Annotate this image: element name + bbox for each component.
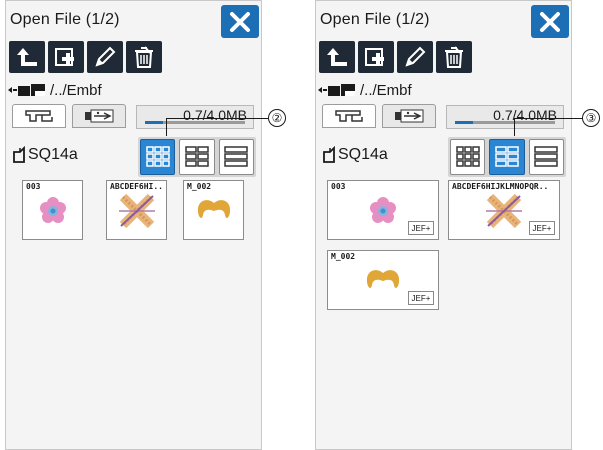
grid-2x3-icon — [185, 146, 209, 167]
window-title: Open File (1/2) — [320, 11, 430, 28]
flower-icon — [370, 197, 396, 224]
tab-machine-memory[interactable] — [12, 104, 66, 128]
path-bar: /../Embf — [318, 81, 412, 99]
trash-icon — [445, 46, 463, 68]
rename-button[interactable] — [397, 41, 433, 73]
file-format-badge: JEF+ — [408, 291, 434, 305]
view-small-thumbnails-button[interactable] — [140, 139, 176, 175]
window-title: Open File (1/2) — [10, 11, 120, 28]
up-folder-button[interactable] — [319, 41, 355, 73]
cross-stitch-icon — [486, 193, 522, 229]
close-icon — [540, 11, 560, 32]
file-item[interactable]: M_002 JEF+ — [327, 250, 439, 310]
pencil-icon — [405, 46, 426, 67]
file-item[interactable]: ABCDEF6HI.. — [106, 180, 167, 240]
view-large-thumbnails-button[interactable] — [179, 139, 215, 175]
machine-icon — [25, 110, 53, 122]
file-name: 003 — [26, 182, 41, 191]
callout-line — [514, 118, 582, 119]
up-folder-button[interactable] — [9, 41, 45, 73]
memory-bar-fill — [145, 121, 163, 124]
file-name: M_002 — [331, 252, 356, 261]
tab-machine-memory[interactable] — [322, 104, 376, 128]
storage-tabs — [12, 104, 126, 128]
grid-3x3-icon — [455, 146, 480, 167]
callout-line — [166, 118, 268, 119]
trash-icon — [135, 46, 153, 68]
current-folder: SQ14a — [322, 146, 388, 164]
tab-usb[interactable] — [72, 104, 126, 128]
machine-path-icon — [318, 83, 356, 97]
callout-pointer — [514, 118, 515, 136]
memory-indicator: 0.7/4.0MB — [136, 105, 254, 129]
list-icon — [534, 146, 559, 167]
file-name: M_002 — [187, 182, 212, 191]
file-name: ABCDEF6HI.. — [110, 182, 163, 191]
new-folder-button[interactable] — [48, 41, 84, 73]
up-folder-icon — [17, 48, 37, 66]
current-path: /../Embf — [50, 81, 102, 99]
view-large-thumbnails-button[interactable] — [489, 139, 525, 175]
close-icon — [230, 11, 250, 32]
file-name: 003 — [331, 182, 346, 191]
open-file-screen-large-thumbnails: Open File (1/2) /../Embf 0.7/4.0MB ③ SQ1… — [315, 0, 600, 450]
memory-bar — [455, 121, 555, 124]
file-name: ABCDEF6HIJKLMNOPQR.. — [452, 182, 549, 191]
grid-3x3-icon — [145, 146, 170, 167]
new-folder-icon — [365, 48, 384, 66]
folder-icon — [13, 146, 25, 163]
open-file-screen-small-thumbnails: Open File (1/2) /../Embf 0.7/4.0MB ② SQ1… — [5, 0, 286, 450]
storage-tabs — [322, 104, 436, 128]
mustache-icon — [197, 200, 230, 219]
list-icon — [224, 146, 249, 167]
title-bar: Open File (1/2) — [316, 1, 571, 39]
callout-number: ③ — [582, 109, 600, 127]
callout-pointer — [166, 118, 167, 136]
file-item[interactable]: M_002 — [183, 180, 244, 240]
machine-icon — [335, 110, 363, 122]
folder-icon — [323, 146, 335, 163]
file-item[interactable]: 003 — [22, 180, 83, 240]
usb-icon — [395, 109, 424, 123]
usb-icon — [85, 109, 114, 123]
memory-bar-fill — [455, 121, 473, 124]
view-list-button[interactable] — [528, 139, 564, 175]
memory-bar — [145, 121, 245, 124]
callout-number: ② — [268, 109, 286, 127]
file-item[interactable]: ABCDEF6HIJKLMNOPQR.. JEF+ — [448, 180, 560, 240]
flower-icon — [39, 197, 66, 224]
close-button[interactable] — [531, 5, 569, 38]
machine-path-icon — [8, 83, 46, 97]
memory-indicator: 0.7/4.0MB — [446, 105, 564, 129]
file-item[interactable]: 003 JEF+ — [327, 180, 439, 240]
up-folder-icon — [327, 48, 347, 66]
view-mode-selector — [138, 137, 256, 177]
title-bar: Open File (1/2) — [6, 1, 261, 39]
tab-usb[interactable] — [382, 104, 436, 128]
file-format-badge: JEF+ — [408, 221, 434, 235]
view-mode-selector — [448, 137, 566, 177]
delete-button[interactable] — [436, 41, 472, 73]
current-folder: SQ14a — [12, 146, 78, 164]
view-list-button[interactable] — [218, 139, 254, 175]
new-folder-icon — [55, 48, 74, 66]
rename-button[interactable] — [87, 41, 123, 73]
folder-name: SQ14a — [338, 146, 388, 163]
cross-stitch-icon — [118, 193, 155, 229]
folder-name: SQ14a — [28, 146, 78, 163]
pencil-icon — [95, 46, 116, 67]
close-button[interactable] — [221, 5, 259, 38]
file-toolbar — [9, 41, 162, 73]
mustache-icon — [366, 270, 400, 289]
new-folder-button[interactable] — [358, 41, 394, 73]
view-small-thumbnails-button[interactable] — [450, 139, 486, 175]
delete-button[interactable] — [126, 41, 162, 73]
path-bar: /../Embf — [8, 81, 102, 99]
grid-2x3-icon — [495, 146, 519, 167]
current-path: /../Embf — [360, 81, 412, 99]
file-toolbar — [319, 41, 472, 73]
file-format-badge: JEF+ — [529, 221, 555, 235]
